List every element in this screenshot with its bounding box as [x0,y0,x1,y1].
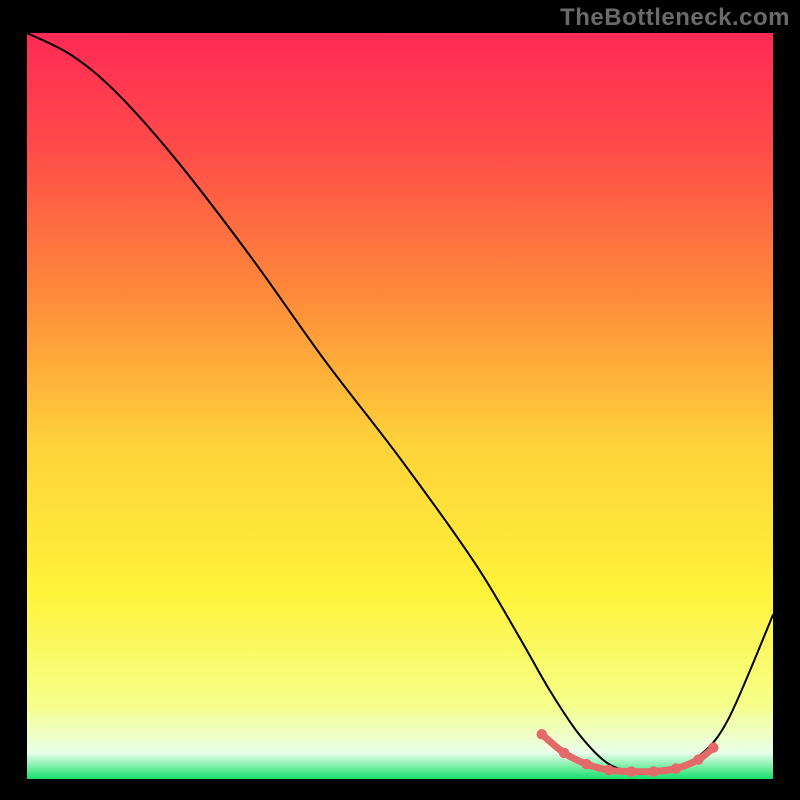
chart-frame: { "watermark": "TheBottleneck.com", "cha… [0,0,800,800]
highlight-dot [671,763,682,774]
highlight-dot [626,766,637,777]
watermark-text: TheBottleneck.com [560,4,790,32]
highlight-dot [536,729,547,740]
highlight-dot [604,765,615,776]
highlight-dot [693,754,704,765]
highlight-dot [581,759,592,770]
highlight-dot [559,748,570,759]
plot-background [27,33,773,779]
chart-svg [0,0,800,800]
highlight-dot [648,766,659,777]
highlight-dot [708,742,719,753]
